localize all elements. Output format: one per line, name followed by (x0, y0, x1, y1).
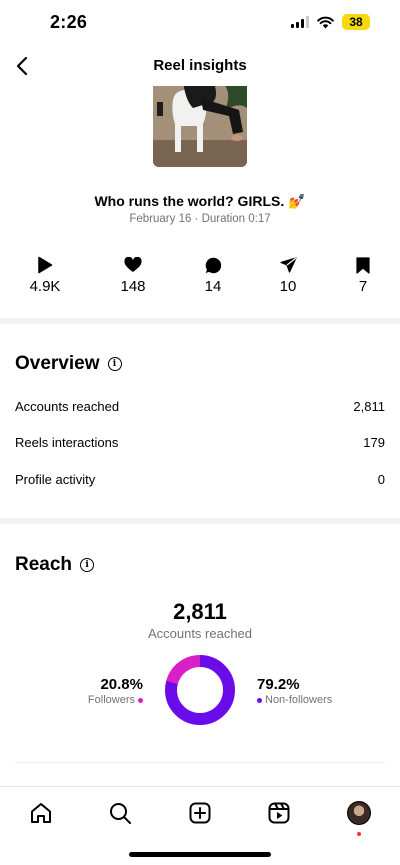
stat-plays: 4.9K (15, 256, 75, 295)
status-time: 2:26 (50, 12, 88, 32)
stat-likes: 148 (103, 256, 163, 295)
stat-comments-value: 14 (204, 278, 222, 295)
non-followers-label: Non-followers (265, 694, 333, 706)
followers-legend: Followers (88, 694, 143, 706)
reel-thumbnail[interactable] (153, 80, 247, 167)
overview-title: Overview (15, 353, 100, 374)
avatar (347, 801, 371, 825)
reels-icon (268, 802, 290, 824)
reach-total-label: Accounts reached (147, 626, 253, 641)
reach-title: Reach (15, 554, 73, 575)
section-divider (15, 762, 385, 763)
wifi-icon (317, 16, 334, 28)
nav-home[interactable] (27, 799, 55, 827)
nav-reels[interactable] (265, 799, 293, 827)
nav-profile[interactable] (345, 799, 373, 836)
search-icon (110, 803, 131, 824)
send-icon (279, 257, 297, 273)
header: Reel insights (0, 44, 400, 86)
nav-search[interactable] (106, 799, 134, 827)
stat-comments: 14 (183, 256, 243, 295)
plus-square-icon (189, 802, 211, 824)
stat-shares: 10 (258, 256, 318, 295)
overview-row-value: 0 (377, 472, 385, 487)
overview-row-profile-activity[interactable]: Profile activity 0 (15, 472, 385, 487)
overview-row-value: 2,811 (353, 399, 385, 414)
overview-section-title: Overview i (15, 353, 122, 375)
page-title: Reel insights (153, 57, 247, 74)
cellular-signal-icon (291, 16, 309, 28)
followers-stat: 20.8% Followers (88, 676, 143, 706)
home-icon (31, 803, 51, 823)
overview-row-reels-interactions[interactable]: Reels interactions 179 (15, 435, 385, 450)
followers-legend-dot (138, 697, 143, 703)
nav-create[interactable] (186, 799, 214, 827)
home-indicator (129, 852, 271, 857)
section-divider (0, 318, 400, 324)
play-icon (38, 256, 53, 274)
battery-icon: 38 (342, 14, 370, 30)
stat-saves: 7 (333, 256, 393, 295)
followers-label: Followers (87, 694, 135, 706)
stat-saves-value: 7 (358, 278, 368, 295)
reel-meta: February 16 · Duration 0:17 (129, 213, 271, 225)
status-indicators: 38 (291, 14, 370, 30)
reach-donut-chart (165, 655, 235, 725)
non-followers-legend-dot (257, 697, 262, 703)
heart-icon (124, 257, 142, 272)
non-followers-stat: 79.2% Non-followers (257, 676, 332, 706)
reach-total: 2,811 (173, 599, 227, 624)
non-followers-percent: 79.2% (257, 676, 300, 693)
overview-row-label: Reels interactions (15, 435, 119, 450)
reel-stats: 4.9K 148 14 10 7 (0, 256, 400, 296)
overview-row-accounts-reached: Accounts reached 2,811 (15, 399, 385, 414)
stat-shares-value: 10 (279, 278, 297, 295)
reel-caption: Who runs the world? GIRLS. 💅 (94, 193, 306, 209)
reach-section-title: Reach i (15, 554, 95, 576)
info-icon[interactable]: i (80, 558, 95, 572)
overview-row-value: 179 (363, 435, 385, 450)
stat-likes-value: 148 (120, 278, 146, 295)
overview-row-label: Profile activity (15, 472, 96, 487)
comment-icon (205, 257, 221, 273)
status-bar: 2:26 38 (0, 0, 400, 44)
bookmark-icon (356, 256, 370, 274)
non-followers-legend: Non-followers (257, 694, 332, 706)
info-icon[interactable]: i (107, 357, 122, 371)
notification-dot (357, 832, 361, 836)
stat-plays-value: 4.9K (29, 278, 61, 295)
overview-row-label: Accounts reached (15, 399, 120, 414)
followers-percent: 20.8% (100, 676, 143, 693)
reel-thumbnail-image (153, 80, 247, 167)
section-divider (0, 518, 400, 524)
